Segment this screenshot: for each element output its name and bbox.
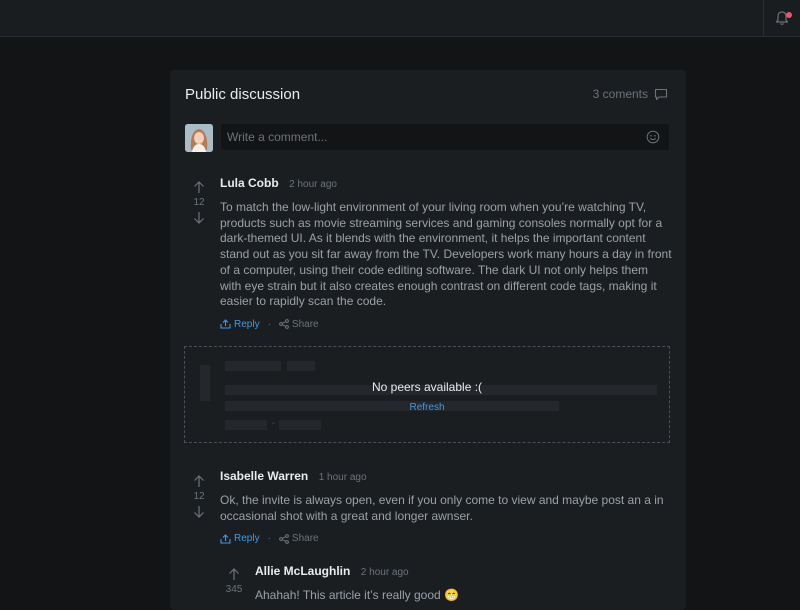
share-button[interactable]: Share	[279, 319, 319, 330]
share-label: Share	[291, 318, 319, 330]
comment-input[interactable]	[221, 124, 669, 150]
comment: Lula Cobb 2 hour ago To match the low-li…	[220, 174, 672, 330]
comment-time: 2 hour ago	[360, 567, 409, 578]
comment-body: To match the low-light environment of yo…	[220, 200, 672, 309]
reply-button[interactable]: Reply	[220, 533, 260, 544]
peers-panel: - No peers available :( Refresh	[184, 346, 670, 443]
comment-author[interactable]: Lula Cobb	[220, 176, 279, 190]
action-separator: ·	[267, 533, 271, 545]
comment-actions: Reply · Share	[220, 533, 672, 544]
vote-count: 345	[225, 584, 243, 595]
smiley-icon[interactable]	[646, 130, 660, 144]
refresh-link[interactable]: Refresh	[185, 402, 669, 413]
chat-icon	[654, 88, 668, 100]
reply-icon	[220, 534, 231, 544]
skeleton-block	[287, 361, 315, 371]
comment-count[interactable]: 3 coments	[593, 87, 668, 101]
skeleton-block	[225, 420, 267, 430]
downvote-icon[interactable]	[193, 505, 205, 519]
vote-count: 12	[193, 197, 205, 208]
upvote-icon[interactable]	[193, 474, 205, 488]
downvote-icon[interactable]	[193, 211, 205, 225]
discussion-card: Public discussion 3 coments 12 Lula	[170, 70, 686, 610]
comment-author[interactable]: Isabelle Warren	[220, 469, 308, 483]
comment-count-label: 3 coments	[592, 87, 648, 101]
share-label: Share	[291, 533, 319, 545]
vote-widget: 345	[224, 567, 244, 598]
comment-actions: Reply · Share	[220, 319, 672, 330]
reply-button[interactable]: Reply	[220, 319, 260, 330]
comment-body: Ok, the invite is always open, even if y…	[220, 493, 664, 523]
vote-count: 12	[193, 491, 205, 502]
top-bar	[0, 0, 800, 37]
notifications-button[interactable]	[763, 0, 800, 36]
comment-author[interactable]: Allie McLaughlin	[255, 564, 350, 578]
no-peers-message: No peers available :(	[371, 380, 483, 394]
skeleton-block	[279, 420, 321, 430]
reply-label: Reply	[234, 318, 260, 330]
comment-time: 1 hour ago	[318, 472, 367, 483]
reply-icon	[220, 319, 231, 329]
upvote-icon[interactable]	[228, 567, 240, 581]
comment: Allie McLaughlin 2 hour ago Ahahah! This…	[255, 562, 671, 604]
vote-widget: 12	[189, 474, 209, 519]
comment-body: Ahahah! This article it’s really good 😁	[255, 588, 459, 602]
skeleton-separator: -	[272, 418, 276, 429]
comment-time: 2 hour ago	[289, 179, 337, 190]
reply-label: Reply	[234, 533, 260, 545]
share-icon	[279, 534, 289, 544]
comment: Isabelle Warren 1 hour ago Ok, the invit…	[220, 467, 672, 544]
share-icon	[279, 319, 289, 330]
discussion-title: Public discussion	[185, 86, 301, 103]
vote-widget: 12	[189, 180, 209, 225]
share-button[interactable]: Share	[279, 533, 319, 544]
notification-badge	[786, 12, 792, 18]
skeleton-block	[225, 361, 281, 371]
current-user-avatar	[185, 124, 213, 152]
upvote-icon[interactable]	[193, 180, 205, 194]
action-separator: ·	[267, 318, 271, 330]
